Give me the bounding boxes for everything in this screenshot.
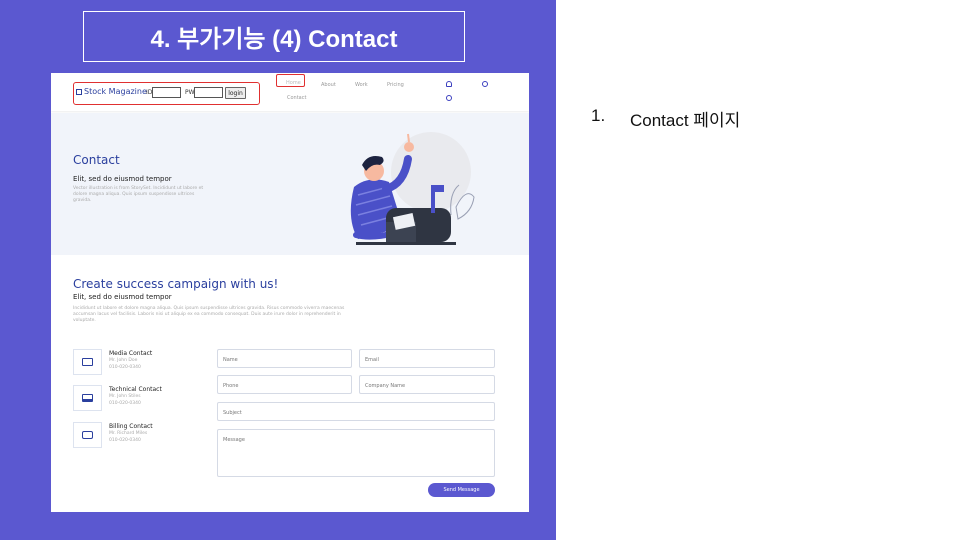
logo-icon (76, 88, 82, 95)
nav-link-work[interactable]: Work (355, 82, 368, 88)
subject-field[interactable]: Subject (217, 402, 495, 421)
settings-icon[interactable] (482, 81, 488, 87)
contact-phone: 010-020-0340 (109, 438, 141, 443)
phone-field[interactable]: Phone (217, 375, 352, 394)
mailbox-illustration (350, 132, 475, 245)
contact-name: Mr. Richard Miles (109, 431, 148, 436)
slide-note: 1. Contact 페이지 (591, 106, 740, 131)
cta-title: Create success campaign with us! (73, 277, 279, 291)
id-input[interactable] (152, 87, 181, 98)
message-field[interactable]: Message (217, 429, 495, 477)
contact-title: Billing Contact (109, 423, 153, 430)
hero-body: Vector illustration is from StorySet. In… (73, 186, 204, 203)
login-button[interactable]: login (225, 87, 246, 99)
id-card-icon (82, 358, 93, 366)
billing-contact-icon-box (73, 422, 102, 448)
contact-title: Technical Contact (109, 386, 162, 393)
settings-icon-2[interactable] (446, 95, 452, 101)
email-field[interactable]: Email (359, 349, 495, 368)
contact-phone: 010-020-0340 (109, 401, 141, 406)
technical-contact-icon-box (73, 385, 102, 411)
bell-icon[interactable] (446, 81, 452, 87)
left-panel: 4. 부가기능 (4) Contact Stock Magazine ID PW… (0, 0, 556, 540)
contact-title: Media Contact (109, 350, 153, 357)
contact-name: Mr. John Doe (109, 358, 138, 363)
nav-link-pricing[interactable]: Pricing (387, 82, 404, 88)
cta-subtitle: Elit, sed do eiusmod tempor (73, 293, 172, 301)
navbar: Stock Magazine ID PW login Home About Wo… (51, 73, 529, 111)
slide-title: 4. 부가기능 (4) Contact (83, 11, 465, 62)
pw-input[interactable] (194, 87, 223, 98)
note-text: Contact 페이지 (630, 111, 741, 130)
hero-title: Contact (73, 153, 120, 167)
cta-body: Incididunt ut labore et dolore magna ali… (73, 306, 345, 323)
name-field[interactable]: Name (217, 349, 352, 368)
slide: 4. 부가기능 (4) Contact Stock Magazine ID PW… (0, 0, 960, 540)
nav-link-contact[interactable]: Contact (287, 95, 306, 101)
brand-name: Stock Magazine (84, 87, 147, 96)
contact-name: Mr. John Stiles (109, 394, 141, 399)
note-number: 1. (591, 106, 606, 125)
hero-section: Contact Elit, sed do eiusmod tempor Vect… (51, 113, 529, 255)
company-field[interactable]: Company Name (359, 375, 495, 394)
contact-phone: 010-020-0340 (109, 365, 141, 370)
website-screenshot: Stock Magazine ID PW login Home About Wo… (51, 73, 529, 512)
nav-link-about[interactable]: About (321, 82, 336, 88)
brand[interactable]: Stock Magazine (76, 87, 147, 96)
nav-link-home[interactable]: Home (286, 80, 301, 86)
hero-subtitle: Elit, sed do eiusmod tempor (73, 175, 172, 183)
laptop-icon (82, 394, 93, 402)
money-icon (82, 431, 93, 439)
send-message-button[interactable]: Send Message (428, 483, 495, 497)
media-contact-icon-box (73, 349, 102, 375)
